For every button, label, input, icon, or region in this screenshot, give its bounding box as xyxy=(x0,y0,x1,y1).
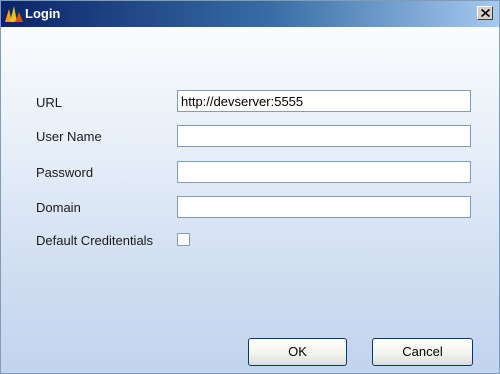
cancel-button[interactable]: Cancel xyxy=(372,338,473,366)
close-button[interactable] xyxy=(477,6,493,20)
title-bar: Login xyxy=(1,1,499,27)
username-field[interactable] xyxy=(177,125,471,147)
password-field[interactable] xyxy=(177,161,471,183)
window-title: Login xyxy=(25,6,61,21)
url-label: URL xyxy=(36,95,63,110)
default-credentials-checkbox[interactable] xyxy=(177,233,190,246)
password-label: Password xyxy=(36,165,94,180)
default-credentials-label: Default Creditentials xyxy=(36,233,154,248)
ok-button[interactable]: OK xyxy=(248,338,347,366)
domain-label: Domain xyxy=(36,200,81,215)
username-label: User Name xyxy=(36,129,102,144)
url-field[interactable] xyxy=(177,90,471,112)
domain-field[interactable] xyxy=(177,196,471,218)
login-dialog: Login URL User Name Password Domain Defa… xyxy=(0,0,500,374)
close-icon xyxy=(481,9,490,17)
app-logo-icon xyxy=(4,4,24,24)
